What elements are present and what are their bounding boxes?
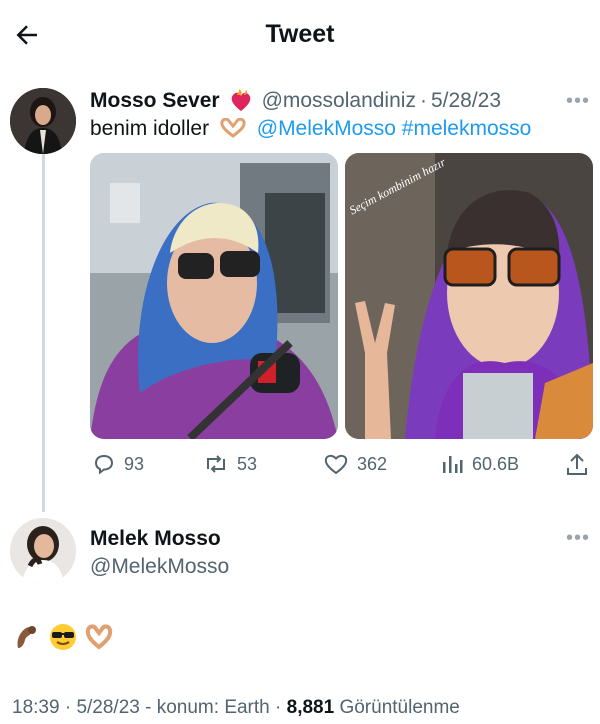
view-label: Görüntülenme <box>339 697 460 718</box>
view-total: 8,881 <box>286 697 335 718</box>
mention-link[interactable]: @MelekMosso <box>257 117 396 140</box>
heart-fire-emoji <box>231 89 250 111</box>
avatar[interactable] <box>10 518 76 584</box>
more-icon[interactable]: ••• <box>566 90 590 113</box>
separator-dot: · <box>64 697 72 718</box>
reply-count: 93 <box>124 453 145 474</box>
separator-dot: · <box>419 89 427 112</box>
tweet-text: benim idoller <box>90 117 210 140</box>
retweet-count: 53 <box>237 453 258 474</box>
reply-button[interactable]: 93 <box>92 452 144 476</box>
like-button[interactable]: 362 <box>323 452 387 476</box>
reply-emojis <box>12 622 114 652</box>
tweet-time: 18:39 <box>12 697 60 718</box>
views-icon <box>443 456 463 473</box>
separator-dash: - <box>145 697 152 718</box>
retweet-button[interactable]: 53 <box>203 452 257 476</box>
retweet-icon <box>207 455 225 473</box>
sunglasses-face-emoji <box>50 624 76 650</box>
more-icon[interactable]: ••• <box>566 527 590 550</box>
heart-hands-emoji <box>220 117 246 138</box>
tweet-date[interactable]: 5/28/23 <box>431 89 501 113</box>
tweet-full-date: 5/28/23 <box>76 697 140 718</box>
tweet-location: konum: Earth <box>156 697 270 718</box>
reply-author-name[interactable]: Melek Mosso <box>90 527 221 551</box>
avatar[interactable] <box>10 88 76 154</box>
page-title: Tweet <box>265 20 335 48</box>
reply-author-handle[interactable]: @MelekMosso <box>90 555 229 579</box>
tweet-photo-right[interactable]: Seçim kombinim hazır <box>345 153 593 439</box>
like-count: 362 <box>357 453 388 474</box>
thread-connector <box>42 152 45 512</box>
view-count: 60.6B <box>472 453 520 474</box>
views-button[interactable]: 60.6B <box>440 452 519 476</box>
like-icon <box>324 454 348 475</box>
tweet-meta: 18:39 · 5/28/23 - konum: Earth · 8,881 G… <box>12 697 460 719</box>
heart-hands-emoji <box>85 624 113 650</box>
tweet-photo-left[interactable] <box>90 153 338 439</box>
share-icon[interactable] <box>565 452 589 478</box>
hashtag-link[interactable]: #melekmosso <box>402 117 532 140</box>
author-name[interactable]: Mosso Sever <box>90 89 220 113</box>
author-handle[interactable]: @mossolandiniz <box>262 89 416 113</box>
reply-icon <box>94 454 114 475</box>
pinched-fingers-emoji <box>17 626 36 648</box>
separator-dot: · <box>275 697 282 718</box>
